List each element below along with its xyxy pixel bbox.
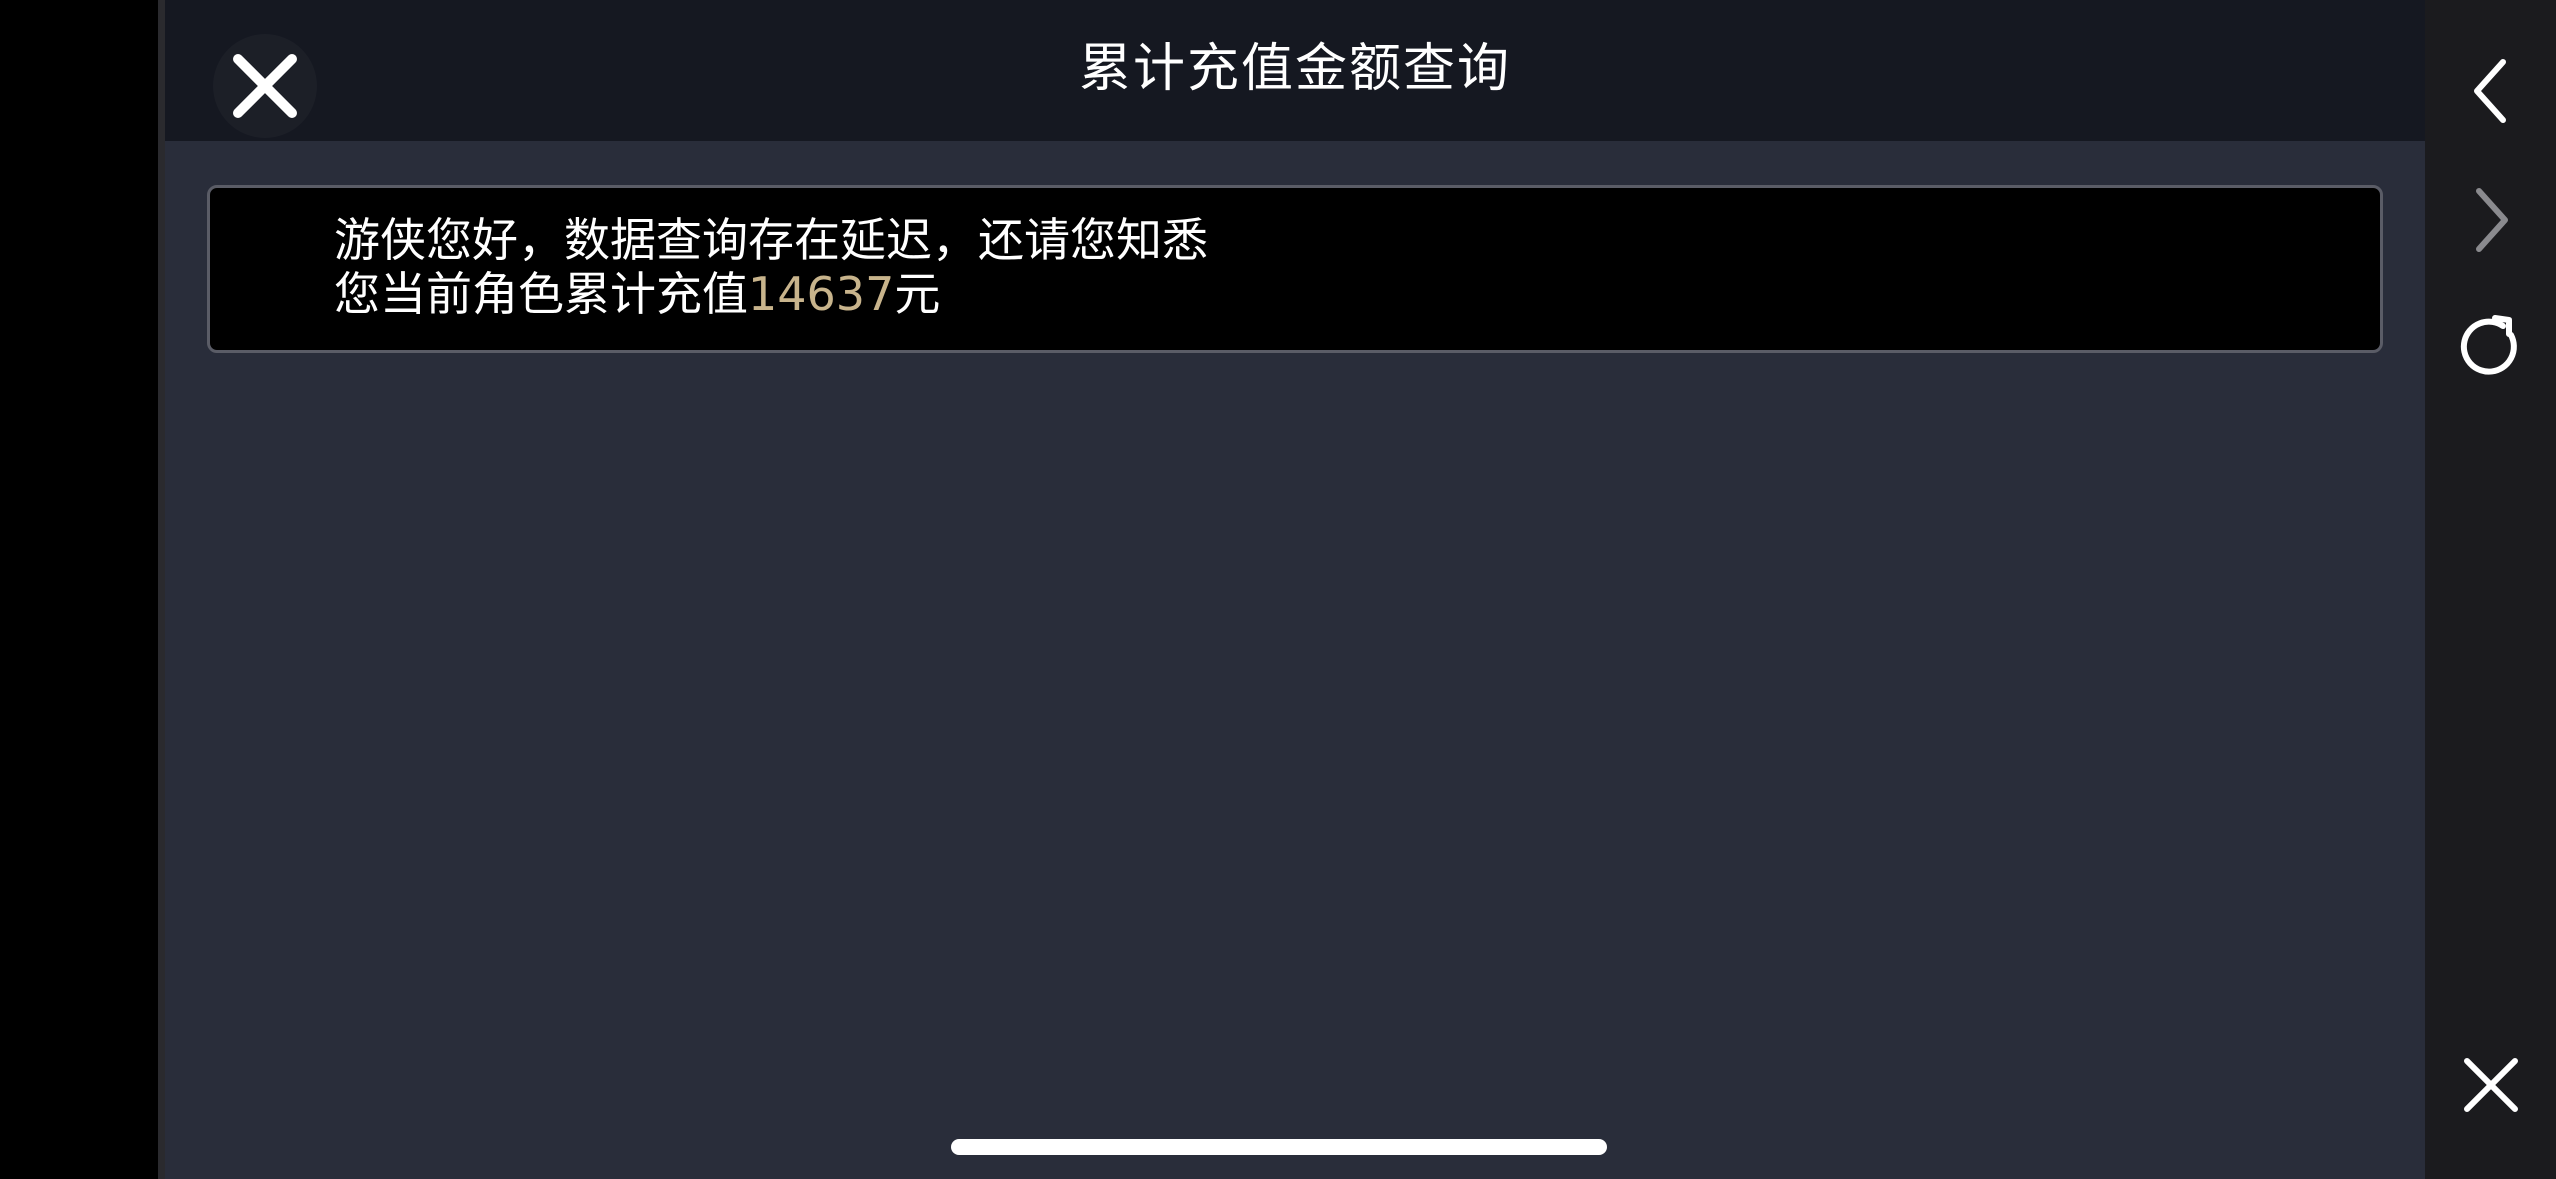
recharge-label: 您当前角色累计充值	[334, 267, 748, 321]
left-edge-divider	[158, 0, 165, 1179]
chevron-right-icon	[2475, 188, 2508, 252]
close-webview-button[interactable]	[2425, 1030, 2556, 1140]
chevron-left-icon	[2473, 59, 2506, 123]
recharge-total-text: 您当前角色累计充值14637元	[334, 266, 940, 322]
forward-button[interactable]	[2425, 165, 2556, 275]
refresh-button[interactable]	[2425, 290, 2556, 400]
left-black-strip	[0, 0, 165, 1179]
refresh-icon	[2460, 315, 2517, 375]
webview-content: 累计充值金额查询 游侠您好，数据查询存在延迟，还请您知悉 您当前角色累计充值14…	[165, 0, 2425, 1179]
close-icon	[2463, 1058, 2518, 1112]
delay-notice-text: 游侠您好，数据查询存在延迟，还请您知悉	[334, 213, 1208, 267]
recharge-amount: 14637	[748, 267, 895, 321]
home-indicator[interactable]	[951, 1139, 1607, 1155]
currency-unit: 元	[894, 267, 941, 321]
page-header: 累计充值金额查询	[165, 0, 2425, 141]
back-button[interactable]	[2425, 36, 2556, 146]
browser-control-bar	[2425, 0, 2556, 1179]
page-title: 累计充值金额查询	[1078, 39, 1511, 99]
notice-box: 游侠您好，数据查询存在延迟，还请您知悉 您当前角色累计充值14637元	[207, 185, 2383, 353]
